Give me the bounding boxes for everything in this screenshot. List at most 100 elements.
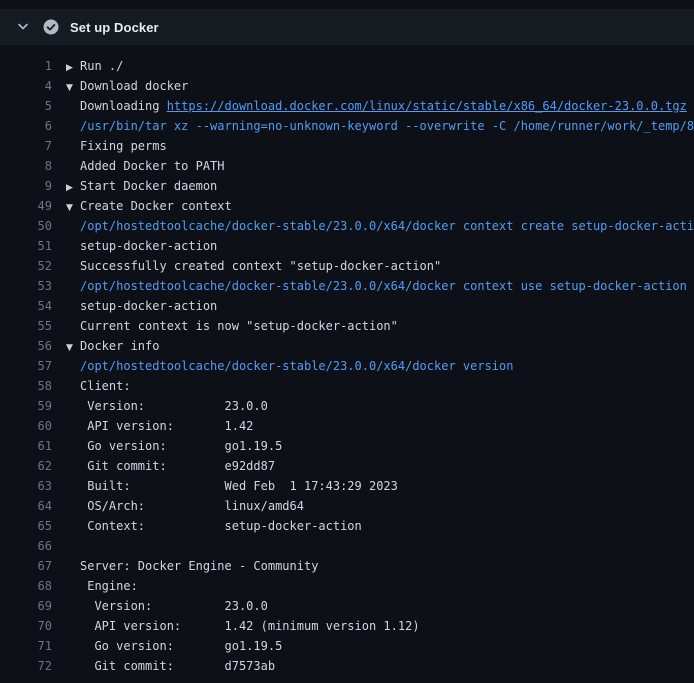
line-number[interactable]: 1 — [0, 56, 52, 76]
log-row: 59 Version: 23.0.0 — [0, 396, 694, 416]
line-content: ▶Start Docker daemon — [52, 176, 694, 196]
line-content: setup-docker-action — [52, 296, 694, 316]
line-content: Context: setup-docker-action — [52, 516, 694, 536]
line-content: Version: 23.0.0 — [52, 396, 694, 416]
line-number[interactable]: 7 — [0, 136, 52, 156]
log-link[interactable]: https://download.docker.com/linux/static… — [167, 99, 687, 113]
line-number[interactable]: 9 — [0, 176, 52, 196]
line-number[interactable]: 60 — [0, 416, 52, 436]
line-number[interactable]: 56 — [0, 336, 52, 356]
line-number[interactable]: 50 — [0, 216, 52, 236]
line-content: /usr/bin/tar xz --warning=no-unknown-key… — [52, 116, 694, 136]
line-content: API version: 1.42 (minimum version 1.12) — [52, 616, 694, 636]
chevron-collapsed-icon[interactable]: ▶ — [66, 178, 80, 196]
log-command-text: /opt/hostedtoolcache/docker-stable/23.0.… — [80, 359, 513, 373]
chevron-expanded-icon[interactable]: ▼ — [66, 338, 80, 356]
step-header[interactable]: Set up Docker — [0, 9, 694, 45]
log-text: Server: Docker Engine - Community — [80, 559, 318, 573]
line-number[interactable]: 49 — [0, 196, 52, 216]
line-content — [52, 536, 694, 556]
line-number[interactable]: 59 — [0, 396, 52, 416]
chevron-expanded-icon[interactable]: ▼ — [66, 78, 80, 96]
log-text: API version: 1.42 — [80, 419, 253, 433]
log-row: 50/opt/hostedtoolcache/docker-stable/23.… — [0, 216, 694, 236]
log-row: 6/usr/bin/tar xz --warning=no-unknown-ke… — [0, 116, 694, 136]
log-group-row[interactable]: 1▶Run ./ — [0, 56, 694, 76]
line-content: Git commit: e92dd87 — [52, 456, 694, 476]
line-content: ▼Create Docker context — [52, 196, 694, 216]
line-content: API version: 1.42 — [52, 416, 694, 436]
log-text: setup-docker-action — [80, 239, 217, 253]
chevron-expanded-icon[interactable]: ▼ — [66, 198, 80, 216]
log-text: Docker info — [80, 339, 159, 353]
line-content: Added Docker to PATH — [52, 156, 694, 176]
log-row: 53/opt/hostedtoolcache/docker-stable/23.… — [0, 276, 694, 296]
line-content: Current context is now "setup-docker-act… — [52, 316, 694, 336]
line-number[interactable]: 53 — [0, 276, 52, 296]
line-content: ▼Docker info — [52, 336, 694, 356]
line-content: Built: Wed Feb 1 17:43:29 2023 — [52, 476, 694, 496]
line-number[interactable]: 61 — [0, 436, 52, 456]
line-number[interactable]: 5 — [0, 96, 52, 116]
log-group-row[interactable]: 9▶Start Docker daemon — [0, 176, 694, 196]
line-content: Git commit: d7573ab — [52, 656, 694, 676]
log-command-text: /usr/bin/tar xz --warning=no-unknown-key… — [80, 119, 694, 133]
line-number[interactable]: 57 — [0, 356, 52, 376]
line-number[interactable]: 71 — [0, 636, 52, 656]
log-row: 65 Context: setup-docker-action — [0, 516, 694, 536]
log-row: 7 Fixing perms — [0, 136, 694, 156]
step-title: Set up Docker — [70, 20, 159, 35]
line-content: /opt/hostedtoolcache/docker-stable/23.0.… — [52, 356, 694, 376]
actions-log-page: Set up Docker 1▶Run ./4▼Download docker5… — [0, 9, 694, 683]
log-row: 52 Successfully created context "setup-do… — [0, 256, 694, 276]
log-text: Built: Wed Feb 1 17:43:29 2023 — [80, 479, 398, 493]
log-row: 58Client: — [0, 376, 694, 396]
line-number[interactable]: 4 — [0, 76, 52, 96]
chevron-down-icon[interactable] — [16, 20, 30, 34]
log-row: 71 Go version: go1.19.5 — [0, 636, 694, 656]
log-text: Version: 23.0.0 — [80, 599, 268, 613]
log-text: OS/Arch: linux/amd64 — [80, 499, 304, 513]
log-text: Create Docker context — [80, 199, 232, 213]
log-text: API version: 1.42 (minimum version 1.12) — [80, 619, 420, 633]
log-row: 64 OS/Arch: linux/amd64 — [0, 496, 694, 516]
line-number[interactable]: 54 — [0, 296, 52, 316]
line-number[interactable]: 62 — [0, 456, 52, 476]
line-content: Downloading https://download.docker.com/… — [52, 96, 694, 116]
log-row: 55 Current context is now "setup-docker-a… — [0, 316, 694, 336]
chevron-collapsed-icon[interactable]: ▶ — [66, 58, 80, 76]
line-content: Client: — [52, 376, 694, 396]
line-content: ▶Run ./ — [52, 56, 694, 76]
log-text: Download docker — [80, 79, 188, 93]
log-row: 57/opt/hostedtoolcache/docker-stable/23.… — [0, 356, 694, 376]
line-number[interactable]: 63 — [0, 476, 52, 496]
line-number[interactable]: 72 — [0, 656, 52, 676]
line-number[interactable]: 67 — [0, 556, 52, 576]
line-number[interactable]: 70 — [0, 616, 52, 636]
log-text: Version: 23.0.0 — [80, 399, 268, 413]
line-number[interactable]: 8 — [0, 156, 52, 176]
log-text: Fixing perms — [80, 139, 167, 153]
log-group-row[interactable]: 49▼Create Docker context — [0, 196, 694, 216]
line-content: Version: 23.0.0 — [52, 596, 694, 616]
log-group-row[interactable]: 56▼Docker info — [0, 336, 694, 356]
line-number[interactable]: 65 — [0, 516, 52, 536]
line-number[interactable]: 69 — [0, 596, 52, 616]
line-number[interactable]: 58 — [0, 376, 52, 396]
log-command-text: /opt/hostedtoolcache/docker-stable/23.0.… — [80, 219, 694, 233]
line-content: /opt/hostedtoolcache/docker-stable/23.0.… — [52, 276, 694, 296]
line-content: Successfully created context "setup-dock… — [52, 256, 694, 276]
line-number[interactable]: 52 — [0, 256, 52, 276]
line-number[interactable]: 64 — [0, 496, 52, 516]
line-number[interactable]: 6 — [0, 116, 52, 136]
line-number[interactable]: 55 — [0, 316, 52, 336]
line-number[interactable]: 51 — [0, 236, 52, 256]
log-row: 66 — [0, 536, 694, 556]
log-text: Successfully created context "setup-dock… — [80, 259, 441, 273]
line-number[interactable]: 66 — [0, 536, 52, 556]
line-number[interactable]: 68 — [0, 576, 52, 596]
log-text: Go version: go1.19.5 — [80, 639, 282, 653]
log-group-row[interactable]: 4 ▼Download docker — [0, 76, 694, 96]
log-text: Current context is now "setup-docker-act… — [80, 319, 398, 333]
log-text: Go version: go1.19.5 — [80, 439, 282, 453]
